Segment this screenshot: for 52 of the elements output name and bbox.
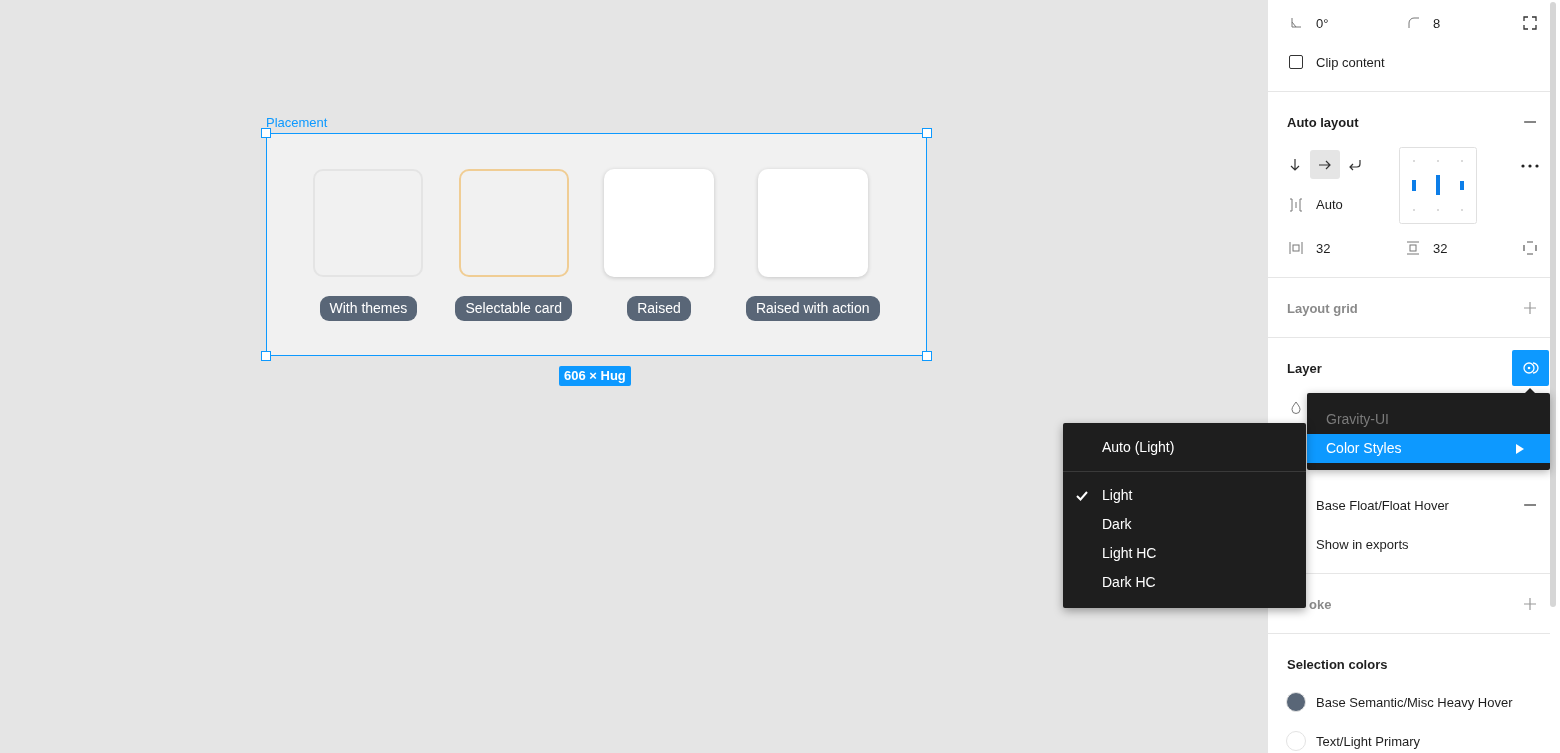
frame[interactable]: With themes Selectable card Raised Raised with action: [266, 133, 927, 356]
corner-radius-value: 8: [1433, 17, 1441, 30]
frame-name: Placement: [266, 116, 328, 129]
drop-icon: [1291, 401, 1301, 414]
card-label: With themes: [319, 296, 418, 321]
card-label: Raised: [627, 296, 691, 321]
checkbox[interactable]: [1289, 55, 1303, 69]
color-style-name: Text/Light Primary: [1316, 735, 1421, 748]
vertical-padding-value: 32: [1433, 242, 1448, 255]
submenu-arrow-icon: [1516, 443, 1524, 454]
rotation-icon: [1291, 18, 1301, 28]
vertical-padding-icon: [1406, 241, 1420, 255]
alignment-grid[interactable]: [1399, 147, 1477, 224]
spacing-value: Auto: [1316, 198, 1343, 211]
menu-item[interactable]: Dark HC: [1063, 568, 1306, 597]
direction-button[interactable]: [1310, 150, 1340, 179]
rotation-value: 0°: [1316, 17, 1329, 30]
section-title: Layer: [1287, 362, 1322, 375]
styles-icon: [1522, 361, 1539, 375]
resize-handle[interactable]: [261, 351, 271, 361]
menu-item[interactable]: Dark: [1063, 510, 1306, 539]
independent-corners-icon[interactable]: [1523, 16, 1537, 30]
color-swatch[interactable]: [1286, 731, 1306, 751]
show-in-exports-label: Show in exports: [1316, 538, 1409, 551]
resize-handle[interactable]: [922, 351, 932, 361]
card-label: Raised with action: [745, 296, 880, 321]
section-title: oke: [1309, 598, 1332, 611]
more-icon[interactable]: [1521, 164, 1539, 168]
check-icon: [1076, 490, 1088, 501]
spacing-icon: [1289, 198, 1303, 212]
independent-padding-icon[interactable]: [1523, 241, 1537, 255]
color-swatch[interactable]: [1286, 692, 1306, 712]
style-button[interactable]: [1512, 350, 1549, 386]
corner-radius-icon: [1408, 17, 1419, 28]
resize-handle[interactable]: [261, 128, 271, 138]
card-label: Selectable card: [455, 296, 572, 321]
resize-handle[interactable]: [922, 128, 932, 138]
checkbox-label: Clip content: [1316, 56, 1385, 69]
add-icon[interactable]: [1523, 301, 1537, 315]
horizontal-padding-icon: [1289, 241, 1303, 255]
size-badge: 606 × Hug: [559, 366, 631, 386]
menu-item[interactable]: Light HC: [1063, 539, 1306, 568]
horizontal-padding-value: 32: [1316, 242, 1331, 255]
effect-style-name: Base Float/Float Hover: [1316, 499, 1449, 512]
add-icon[interactable]: [1523, 597, 1537, 611]
color-style-name: Base Semantic/Misc Heavy Hover: [1316, 696, 1513, 709]
section-title: Layout grid: [1287, 302, 1358, 315]
section-title: Auto layout: [1287, 116, 1359, 129]
scrollbar-thumb[interactable]: [1550, 2, 1556, 607]
section-title: Selection colors: [1287, 658, 1388, 671]
menu-item[interactable]: Auto (Light): [1063, 433, 1306, 462]
menu-item[interactable]: Light: [1063, 481, 1306, 510]
